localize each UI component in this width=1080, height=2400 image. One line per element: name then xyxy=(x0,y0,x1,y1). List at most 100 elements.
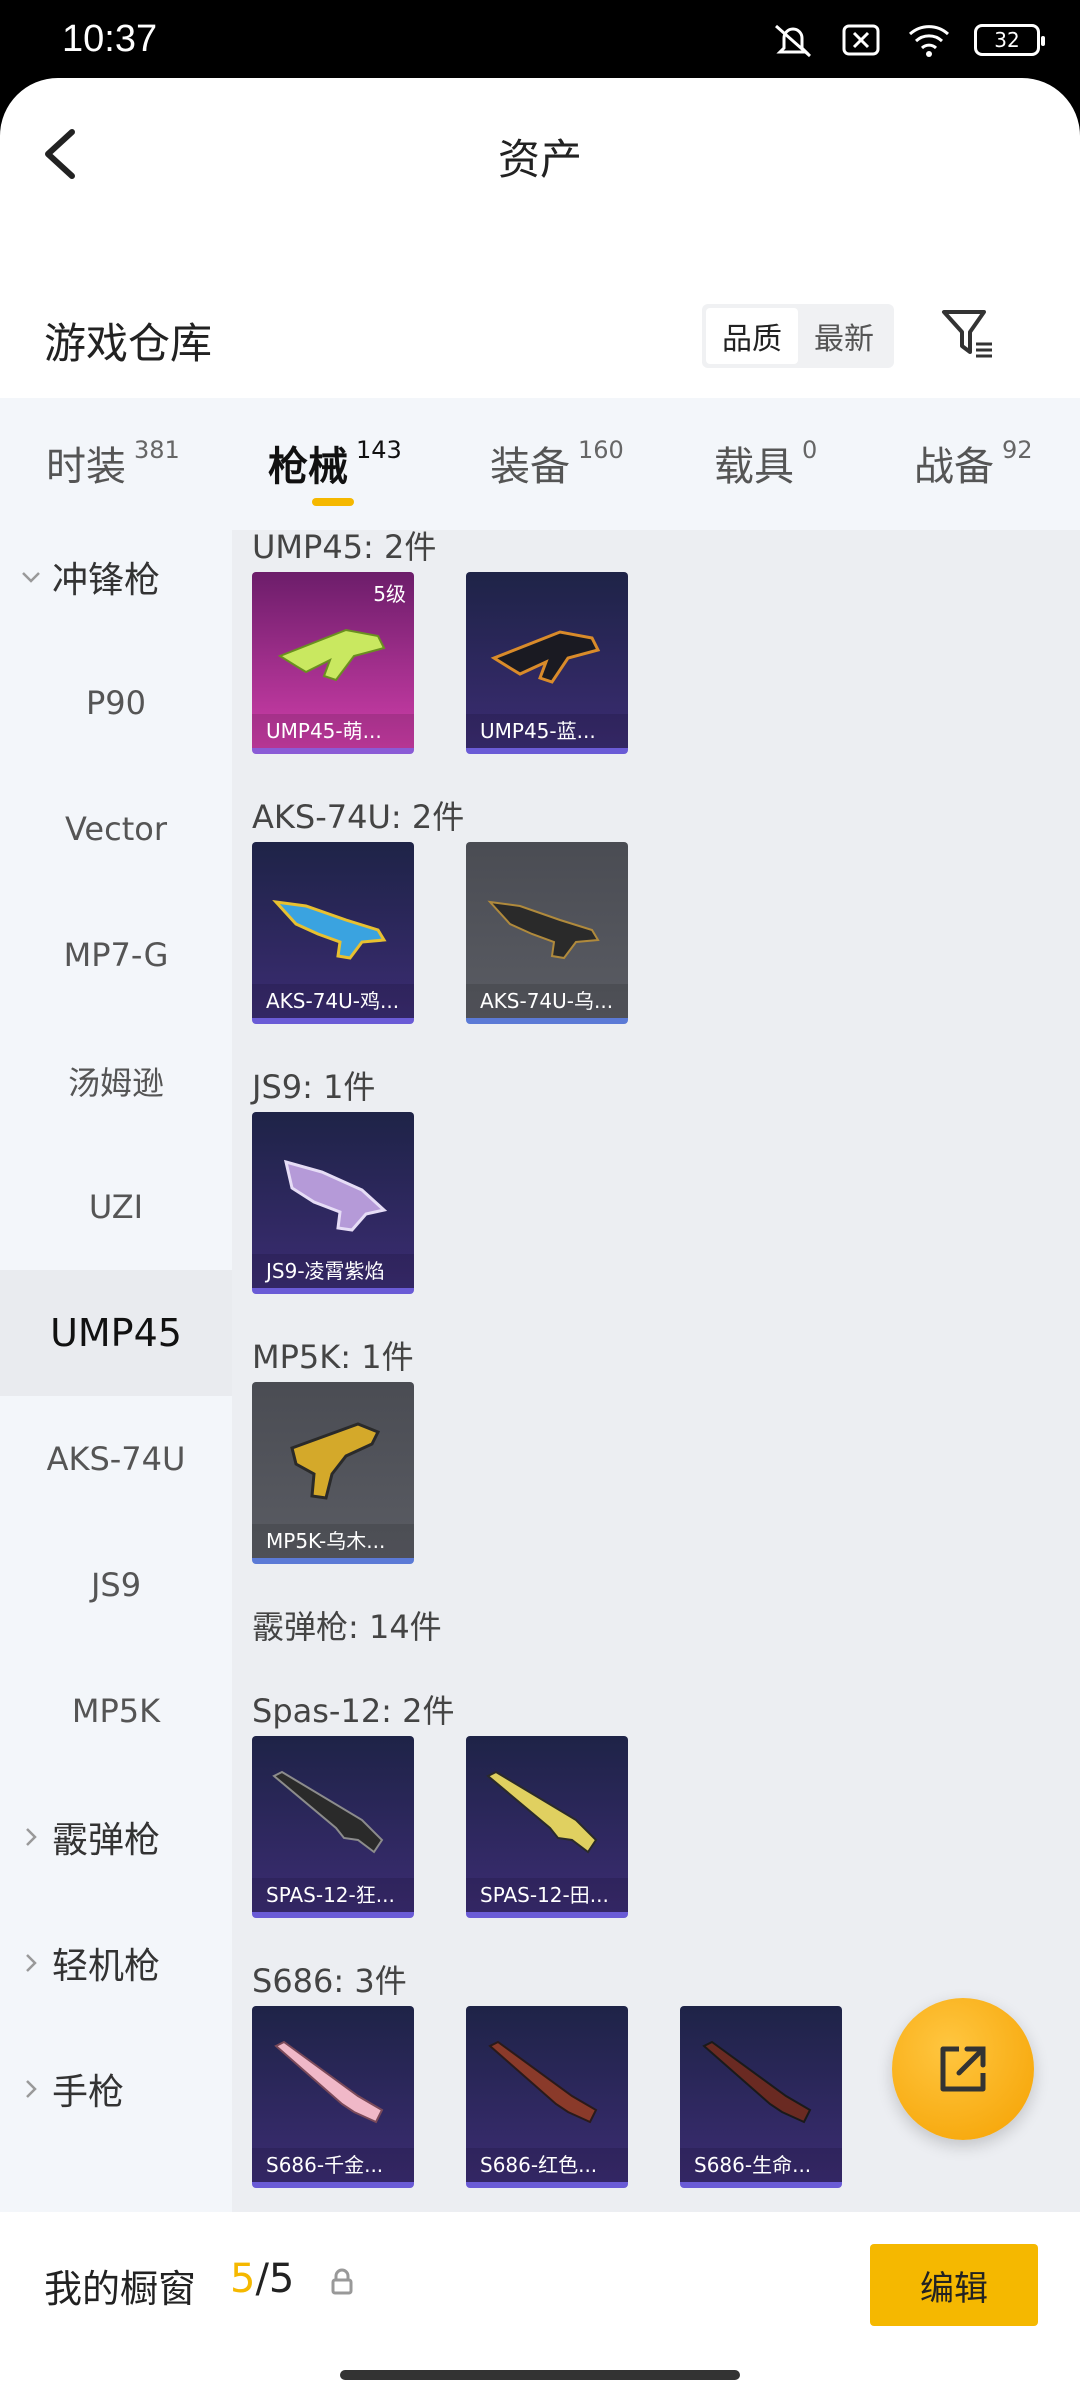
weapon-image xyxy=(272,899,387,960)
sidebar-item-mp5k[interactable]: MP5K xyxy=(0,1648,232,1774)
sidebar-item-aks74u[interactable]: AKS-74U xyxy=(0,1396,232,1522)
tab-label: 时装 xyxy=(46,444,126,490)
tab-fashion[interactable]: 时装 381 xyxy=(46,434,180,492)
tab-label: 枪械 xyxy=(268,444,348,490)
weapon-image xyxy=(274,2040,384,2124)
group-title-mp5k: MP5K: 1件 xyxy=(252,1338,414,1376)
status-icons: 32 xyxy=(770,20,1045,60)
weapon-card[interactable]: SPAS-12-狂... xyxy=(252,1736,414,1918)
sidebar-item-ump45[interactable]: UMP45 xyxy=(0,1270,232,1396)
sidebar-item-thompson[interactable]: 汤姆逊 xyxy=(0,1018,232,1144)
weapon-image xyxy=(277,628,386,682)
mute-icon xyxy=(775,24,811,58)
chevron-right-icon xyxy=(26,1954,37,1972)
weapon-name: SPAS-12-田... xyxy=(466,1878,628,1912)
group-title-shotgun: 霰弹枪: 14件 xyxy=(252,1608,442,1646)
group-title-js9: JS9: 1件 xyxy=(252,1068,376,1106)
group-title-spas12: Spas-12: 2件 xyxy=(252,1692,455,1730)
sidebar-item-uzi[interactable]: UZI xyxy=(0,1144,232,1270)
edit-button[interactable]: 编辑 xyxy=(870,2244,1038,2326)
level-badge: 5级 xyxy=(373,582,406,606)
sim-off-icon xyxy=(842,24,880,56)
sidebar-category-pistol[interactable]: 手枪 xyxy=(0,2026,232,2152)
weapon-card[interactable]: SPAS-12-田... xyxy=(466,1736,628,1918)
weapon-card[interactable]: AKS-74U-乌... xyxy=(466,842,628,1024)
weapon-name: SPAS-12-狂... xyxy=(252,1878,414,1912)
warehouse-header: 游戏仓库 品质 最新 xyxy=(0,298,1080,398)
group-title-ump45: UMP45: 2件 xyxy=(252,530,437,566)
group-title-s686: S686: 3件 xyxy=(252,1962,407,2000)
battery-level: 32 xyxy=(994,28,1020,52)
sidebar-category-lmg[interactable]: 轻机枪 xyxy=(0,1900,232,2026)
category-tabs: 时装 381 枪械 143 装备 160 载具 0 战备 92 xyxy=(0,398,1080,530)
chevron-right-icon xyxy=(26,1828,37,1846)
sidebar-category-smg[interactable]: 冲锋枪 xyxy=(0,514,232,640)
chevron-right-icon xyxy=(26,2080,37,2098)
sidebar-item-mp7g[interactable]: MP7-G xyxy=(0,892,232,1018)
share-button[interactable] xyxy=(892,1998,1034,2140)
weapon-name: AKS-74U-乌... xyxy=(466,984,628,1018)
weapon-image xyxy=(290,1422,381,1500)
home-indicator[interactable] xyxy=(340,2370,740,2380)
sidebar-item-p90[interactable]: P90 xyxy=(0,640,232,766)
weapon-image xyxy=(272,1770,384,1854)
chevron-down-icon xyxy=(22,572,40,583)
warehouse-title: 游戏仓库 xyxy=(44,319,213,368)
weapon-card[interactable]: AKS-74U-鸡... xyxy=(252,842,414,1024)
weapon-image xyxy=(486,1770,598,1854)
sidebar-item-label: 手枪 xyxy=(52,2072,125,2113)
weapon-image xyxy=(487,900,600,960)
weapon-name: S686-红色... xyxy=(466,2148,628,2182)
sidebar-item-label: 冲锋枪 xyxy=(52,560,161,601)
weapon-name: JS9-凌霄紫焰 xyxy=(252,1254,414,1288)
tab-count: 160 xyxy=(578,436,624,464)
weapon-image xyxy=(283,1159,388,1232)
weapon-card[interactable]: S686-千金... xyxy=(252,2006,414,2188)
tab-count: 381 xyxy=(134,436,180,464)
header: 资产 xyxy=(0,78,1080,228)
weapon-name: S686-千金... xyxy=(252,2148,414,2182)
wifi-icon xyxy=(908,25,950,57)
showcase-current: 5 xyxy=(230,2256,256,2302)
tab-vehicles[interactable]: 载具 0 xyxy=(714,434,817,492)
battery-icon: 32 xyxy=(974,24,1045,56)
group-title-aks74u: AKS-74U: 2件 xyxy=(252,798,465,836)
page-title: 资产 xyxy=(497,135,582,184)
weapon-name: UMP45-蓝... xyxy=(466,714,628,748)
sidebar-category-shotgun[interactable]: 霰弹枪 xyxy=(0,1774,232,1900)
weapon-name: UMP45-萌... xyxy=(252,714,414,748)
active-tab-indicator xyxy=(312,498,354,506)
tab-count: 92 xyxy=(1002,436,1033,464)
tab-combat-supplies[interactable]: 战备 92 xyxy=(914,434,1033,492)
weapon-card[interactable]: S686-生命... xyxy=(680,2006,842,2188)
weapon-card[interactable]: UMP45-蓝... xyxy=(466,572,628,754)
tab-label: 载具 xyxy=(714,444,794,490)
tab-equipment[interactable]: 装备 160 xyxy=(490,434,624,492)
assets-screen: 资产 游戏仓库 品质 最新 时装 381 枪械 143 装备 160 载具 0 … xyxy=(0,78,1080,2400)
status-time: 10:37 xyxy=(62,18,158,60)
weapon-image xyxy=(488,2040,598,2124)
weapon-image xyxy=(702,2040,812,2124)
sort-by-newest[interactable]: 最新 xyxy=(798,308,890,364)
sort-toggle: 品质 最新 xyxy=(702,304,894,368)
status-bar: 10:37 32 xyxy=(0,0,1080,78)
sidebar-item-js9[interactable]: JS9 xyxy=(0,1522,232,1648)
showcase-total: /5 xyxy=(255,2256,295,2302)
showcase-label: 我的橱窗 xyxy=(44,2267,197,2311)
weapon-card[interactable]: 5级 UMP45-萌... xyxy=(252,572,414,754)
tab-count: 143 xyxy=(356,436,402,464)
tab-firearms[interactable]: 枪械 143 xyxy=(268,434,402,492)
share-external-icon xyxy=(940,2046,986,2092)
tab-count: 0 xyxy=(802,436,818,464)
sidebar-item-vector[interactable]: Vector xyxy=(0,766,232,892)
weapon-name: MP5K-乌木... xyxy=(252,1524,414,1558)
weapon-image xyxy=(490,630,601,684)
weapon-card[interactable]: S686-红色... xyxy=(466,2006,628,2188)
filter-icon[interactable] xyxy=(938,304,996,364)
sidebar-item-label: 霰弹枪 xyxy=(52,1820,161,1861)
weapon-name: AKS-74U-鸡... xyxy=(252,984,414,1018)
weapon-card[interactable]: MP5K-乌木... xyxy=(252,1382,414,1564)
weapon-card[interactable]: JS9-凌霄紫焰 xyxy=(252,1112,414,1294)
sort-by-quality[interactable]: 品质 xyxy=(706,308,798,364)
tab-label: 战备 xyxy=(914,444,994,490)
